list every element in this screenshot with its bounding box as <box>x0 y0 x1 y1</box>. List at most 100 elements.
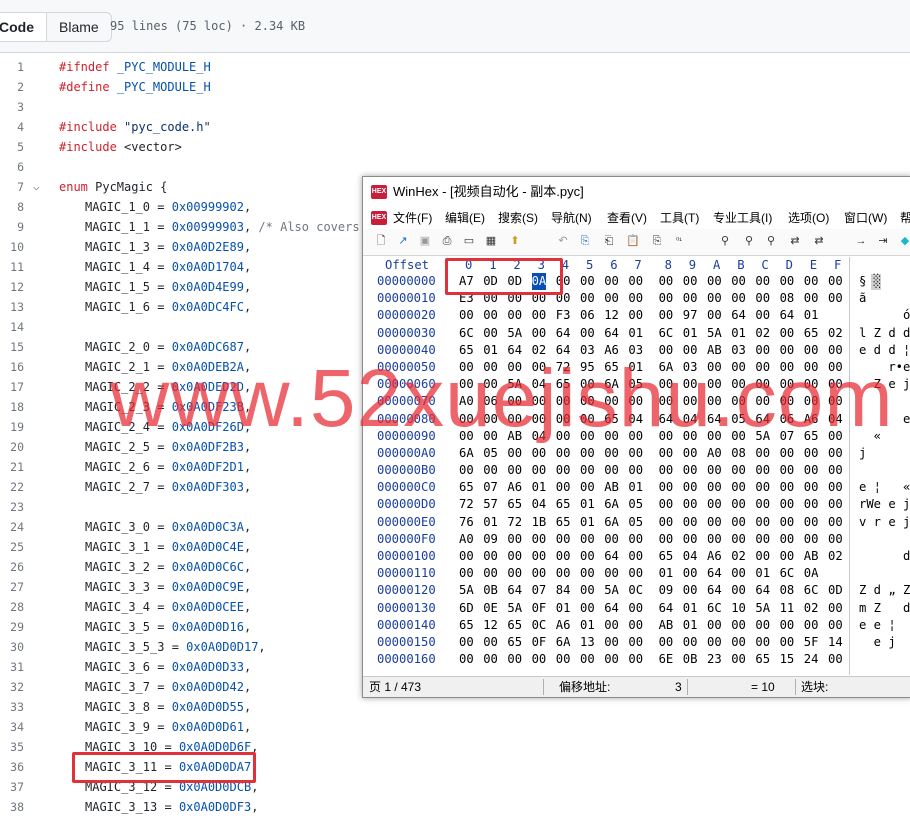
hex-byte[interactable]: 06 <box>580 307 595 324</box>
hex-byte[interactable]: 6C <box>659 325 674 342</box>
hex-byte[interactable]: A0 <box>707 445 722 462</box>
hex-byte[interactable]: 00 <box>780 479 795 496</box>
hex-byte[interactable]: 00 <box>532 565 547 582</box>
line-number[interactable]: 26 <box>0 557 24 577</box>
hex-byte[interactable]: 64 <box>604 600 619 617</box>
hex-byte[interactable]: 00 <box>483 307 498 324</box>
hex-byte[interactable]: 00 <box>683 290 698 307</box>
hex-byte[interactable]: 76 <box>459 514 474 531</box>
ascii-text[interactable]: e j <box>859 634 896 651</box>
line-number[interactable]: 2 <box>0 77 24 97</box>
hex-byte[interactable]: 00 <box>755 634 770 651</box>
hex-byte[interactable]: 00 <box>683 565 698 582</box>
hex-byte[interactable]: 65 <box>459 617 474 634</box>
hex-byte[interactable]: 00 <box>532 445 547 462</box>
hex-byte[interactable]: 00 <box>628 531 643 548</box>
line-number[interactable]: 19 <box>0 417 24 437</box>
goto-icon[interactable]: → <box>853 233 869 249</box>
hex-byte[interactable]: 00 <box>828 479 843 496</box>
hex-byte[interactable]: 01 <box>683 617 698 634</box>
hex-byte[interactable]: 0F <box>532 600 547 617</box>
hex-byte[interactable]: 5A <box>459 582 474 599</box>
hex-byte[interactable]: 00 <box>828 290 843 307</box>
hex-byte[interactable]: 00 <box>780 273 795 290</box>
hex-byte[interactable]: 84 <box>556 582 571 599</box>
hex-byte[interactable]: 12 <box>604 307 619 324</box>
hex-byte[interactable]: 00 <box>780 617 795 634</box>
paste-icon[interactable]: 📋 <box>625 233 641 249</box>
hex-byte[interactable]: 00 <box>459 651 474 668</box>
line-number[interactable]: 34 <box>0 717 24 737</box>
ascii-text[interactable]: e e ¦ <box>859 617 896 634</box>
line-number[interactable]: 33 <box>0 697 24 717</box>
hex-byte[interactable]: 09 <box>659 582 674 599</box>
hex-byte[interactable]: 00 <box>828 445 843 462</box>
hex-byte[interactable]: 64 <box>659 600 674 617</box>
line-number[interactable]: 6 <box>0 157 24 177</box>
hex-byte[interactable]: 00 <box>556 479 571 496</box>
hex-byte[interactable]: 00 <box>707 634 722 651</box>
hex-byte[interactable]: 00 <box>804 496 819 513</box>
line-number[interactable]: 22 <box>0 477 24 497</box>
hex-byte[interactable]: 00 <box>580 548 595 565</box>
line-number[interactable]: 31 <box>0 657 24 677</box>
hex-byte[interactable]: 00 <box>580 479 595 496</box>
hex-byte[interactable]: 00 <box>556 651 571 668</box>
hex-byte[interactable]: 00 <box>804 445 819 462</box>
hex-byte[interactable]: 00 <box>659 445 674 462</box>
hex-byte[interactable]: 00 <box>780 514 795 531</box>
hex-byte[interactable]: 23 <box>707 651 722 668</box>
hex-byte[interactable]: 72 <box>459 496 474 513</box>
line-number[interactable]: 23 <box>0 497 24 517</box>
hex-byte[interactable]: 00 <box>707 462 722 479</box>
hex-byte[interactable]: 00 <box>604 565 619 582</box>
hex-byte[interactable]: 00 <box>828 514 843 531</box>
ascii-text[interactable]: e ¦ « <box>859 479 910 496</box>
line-number[interactable]: 21 <box>0 457 24 477</box>
hex-byte[interactable]: 00 <box>628 634 643 651</box>
hex-byte[interactable]: 00 <box>628 307 643 324</box>
ascii-text[interactable]: v r e j <box>859 514 910 531</box>
hex-byte[interactable]: 00 <box>780 496 795 513</box>
hex-byte[interactable]: 10 <box>731 600 746 617</box>
hex-byte[interactable]: 65 <box>659 548 674 565</box>
line-number[interactable]: 1 <box>0 57 24 77</box>
hex-byte[interactable]: 6C <box>804 582 819 599</box>
hex-byte[interactable]: 01 <box>659 565 674 582</box>
hex-byte[interactable]: 01 <box>804 307 819 324</box>
hex-byte[interactable]: 00 <box>659 634 674 651</box>
hex-byte[interactable]: 0E <box>483 600 498 617</box>
hex-byte[interactable]: 65 <box>556 496 571 513</box>
hex-byte[interactable]: 00 <box>628 290 643 307</box>
tab-blame[interactable]: Blame <box>47 13 111 41</box>
line-number[interactable]: 9 <box>0 217 24 237</box>
hex-byte[interactable]: 00 <box>604 531 619 548</box>
properties-icon[interactable]: ▦ <box>483 233 499 249</box>
line-number[interactable]: 32 <box>0 677 24 697</box>
hex-byte[interactable]: 00 <box>707 531 722 548</box>
hex-byte[interactable]: 00 <box>580 565 595 582</box>
line-number[interactable]: 27 <box>0 577 24 597</box>
hex-byte[interactable]: 00 <box>828 617 843 634</box>
hex-byte[interactable]: 00 <box>804 479 819 496</box>
hex-byte[interactable]: 00 <box>683 462 698 479</box>
hex-byte[interactable]: 00 <box>780 462 795 479</box>
hex-byte[interactable]: 15 <box>780 651 795 668</box>
hex-byte[interactable]: 00 <box>755 514 770 531</box>
hex-byte[interactable]: 00 <box>707 514 722 531</box>
line-number[interactable]: 8 <box>0 197 24 217</box>
hex-byte[interactable]: 00 <box>628 565 643 582</box>
hex-byte[interactable]: 00 <box>731 582 746 599</box>
hex-byte[interactable]: 00 <box>659 496 674 513</box>
hex-byte[interactable]: 08 <box>780 582 795 599</box>
hex-byte[interactable]: 5A <box>507 325 522 342</box>
hex-byte[interactable]: 64 <box>755 582 770 599</box>
hex-byte[interactable]: 00 <box>804 531 819 548</box>
hex-byte[interactable]: 00 <box>755 479 770 496</box>
hex-byte[interactable]: 00 <box>459 462 474 479</box>
hex-byte[interactable]: 01 <box>532 479 547 496</box>
navigate-icon[interactable]: ◆ <box>897 233 910 249</box>
hex-byte[interactable]: 97 <box>683 307 698 324</box>
hex-grid[interactable]: 00000000 A7 0D 0D 0A 00 00 00 00 00 00 00 00 00 00 00 00… <box>363 273 910 668</box>
hex-byte[interactable]: 01 <box>683 325 698 342</box>
